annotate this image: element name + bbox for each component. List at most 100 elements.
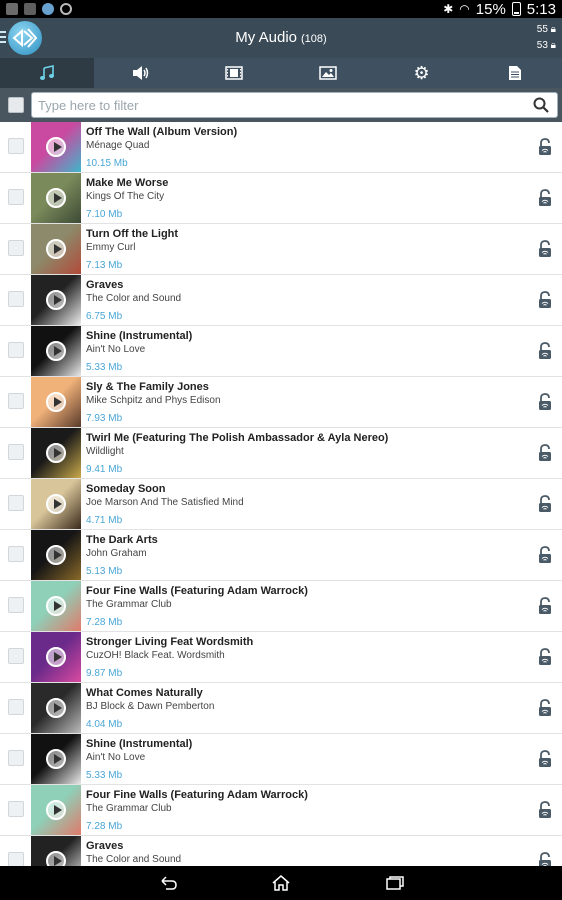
play-icon[interactable]: [46, 698, 66, 718]
row-checkbox[interactable]: [8, 444, 24, 460]
album-art[interactable]: [31, 122, 81, 172]
back-icon[interactable]: [158, 875, 178, 891]
play-icon[interactable]: [46, 239, 66, 259]
clock: 5:13: [526, 0, 556, 18]
row-checkbox[interactable]: [8, 801, 24, 817]
track-artist: Ménage Quad: [86, 140, 150, 151]
row-checkbox[interactable]: [8, 240, 24, 256]
row-checkbox[interactable]: [8, 750, 24, 766]
play-icon[interactable]: [46, 749, 66, 769]
album-art[interactable]: [31, 785, 81, 835]
unlock-icon[interactable]: [538, 648, 552, 666]
play-icon[interactable]: [46, 188, 66, 208]
album-art[interactable]: [31, 173, 81, 223]
tab-settings[interactable]: ⚙: [375, 58, 469, 88]
row-checkbox[interactable]: [8, 495, 24, 511]
tab-music[interactable]: [0, 58, 94, 88]
album-art[interactable]: [31, 836, 81, 866]
filter-input[interactable]: [38, 97, 518, 113]
unlock-icon[interactable]: [538, 750, 552, 768]
select-all-checkbox[interactable]: [8, 97, 24, 113]
track-size: 9.87 Mb: [86, 668, 123, 679]
list-item[interactable]: Shine (Instrumental) Ain't No Love 5.33 Mb: [0, 326, 562, 377]
unlock-icon[interactable]: [538, 240, 552, 258]
list-item[interactable]: Off The Wall (Album Version) Ménage Quad 1…: [0, 122, 562, 173]
list-item[interactable]: What Comes Naturally BJ Block & Dawn Pemb…: [0, 683, 562, 734]
row-checkbox[interactable]: [8, 189, 24, 205]
play-icon[interactable]: [46, 392, 66, 412]
list-item[interactable]: Turn Off the Light Emmy Curl 7.13 Mb: [0, 224, 562, 275]
album-art[interactable]: [31, 530, 81, 580]
row-checkbox[interactable]: [8, 597, 24, 613]
album-art[interactable]: [31, 683, 81, 733]
unlock-icon[interactable]: [538, 393, 552, 411]
battery-icon: [511, 2, 521, 16]
tab-video[interactable]: [187, 58, 281, 88]
wifi-icon: ◠: [459, 2, 470, 16]
unlock-icon[interactable]: [538, 291, 552, 309]
play-icon[interactable]: [46, 137, 66, 157]
list-item[interactable]: Graves The Color and Sound 6.75 Mb: [0, 275, 562, 326]
track-title: Someday Soon: [86, 483, 166, 495]
row-checkbox[interactable]: [8, 852, 24, 866]
row-checkbox[interactable]: [8, 342, 24, 358]
row-checkbox[interactable]: [8, 546, 24, 562]
home-icon[interactable]: [271, 875, 291, 891]
list-item[interactable]: The Dark Arts John Graham 5.13 Mb: [0, 530, 562, 581]
unlock-icon[interactable]: [538, 852, 552, 866]
album-art[interactable]: [31, 632, 81, 682]
unlock-icon[interactable]: [538, 699, 552, 717]
track-info: Shine (Instrumental) Ain't No Love 5.33 Mb: [86, 737, 522, 783]
album-art[interactable]: [31, 479, 81, 529]
bluetooth-icon: ✱: [443, 2, 454, 16]
play-icon[interactable]: [46, 545, 66, 565]
album-art[interactable]: [31, 224, 81, 274]
unlock-icon[interactable]: [538, 597, 552, 615]
album-art[interactable]: [31, 326, 81, 376]
album-art[interactable]: [31, 581, 81, 631]
unlock-icon[interactable]: [538, 801, 552, 819]
unlock-icon[interactable]: [538, 495, 552, 513]
list-item[interactable]: Graves The Color and Sound: [0, 836, 562, 866]
row-checkbox[interactable]: [8, 138, 24, 154]
album-art[interactable]: [31, 275, 81, 325]
unlock-icon[interactable]: [538, 444, 552, 462]
track-info: Twirl Me (Featuring The Polish Ambassado…: [86, 431, 522, 477]
list-item[interactable]: Someday Soon Joe Marson And The Satisfied…: [0, 479, 562, 530]
tab-documents[interactable]: [468, 58, 562, 88]
list-item[interactable]: Make Me Worse Kings Of The City 7.10 Mb: [0, 173, 562, 224]
list-item[interactable]: Four Fine Walls (Featuring Adam Warrock)…: [0, 581, 562, 632]
tab-images[interactable]: [281, 58, 375, 88]
row-checkbox[interactable]: [8, 699, 24, 715]
unlock-icon[interactable]: [538, 138, 552, 156]
list-item[interactable]: Twirl Me (Featuring The Polish Ambassado…: [0, 428, 562, 479]
unlock-icon[interactable]: [538, 342, 552, 360]
recent-apps-icon[interactable]: [385, 875, 405, 891]
album-art[interactable]: [31, 377, 81, 427]
play-icon[interactable]: [46, 341, 66, 361]
item-count: (108): [301, 33, 327, 45]
play-icon[interactable]: [46, 851, 66, 866]
image-notification-icon: [24, 3, 36, 15]
tab-audio[interactable]: [94, 58, 188, 88]
row-checkbox[interactable]: [8, 291, 24, 307]
unlock-icon[interactable]: [538, 546, 552, 564]
row-checkbox[interactable]: [8, 648, 24, 664]
play-icon[interactable]: [46, 800, 66, 820]
play-icon[interactable]: [46, 443, 66, 463]
list-item[interactable]: Sly & The Family Jones Mike Schpitz and P…: [0, 377, 562, 428]
play-icon[interactable]: [46, 290, 66, 310]
list-item[interactable]: Stronger Living Feat Wordsmith CuzOH! Bla…: [0, 632, 562, 683]
list-item[interactable]: Shine (Instrumental) Ain't No Love 5.33 Mb: [0, 734, 562, 785]
album-art[interactable]: [31, 734, 81, 784]
play-icon[interactable]: [46, 494, 66, 514]
list-item[interactable]: Four Fine Walls (Featuring Adam Warrock)…: [0, 785, 562, 836]
play-icon[interactable]: [46, 647, 66, 667]
album-art[interactable]: [31, 428, 81, 478]
row-checkbox[interactable]: [8, 393, 24, 409]
unlock-icon[interactable]: [538, 189, 552, 207]
play-icon[interactable]: [46, 596, 66, 616]
track-info: Four Fine Walls (Featuring Adam Warrock)…: [86, 584, 522, 630]
track-size: 5.13 Mb: [86, 566, 123, 577]
search-icon[interactable]: [533, 97, 549, 113]
